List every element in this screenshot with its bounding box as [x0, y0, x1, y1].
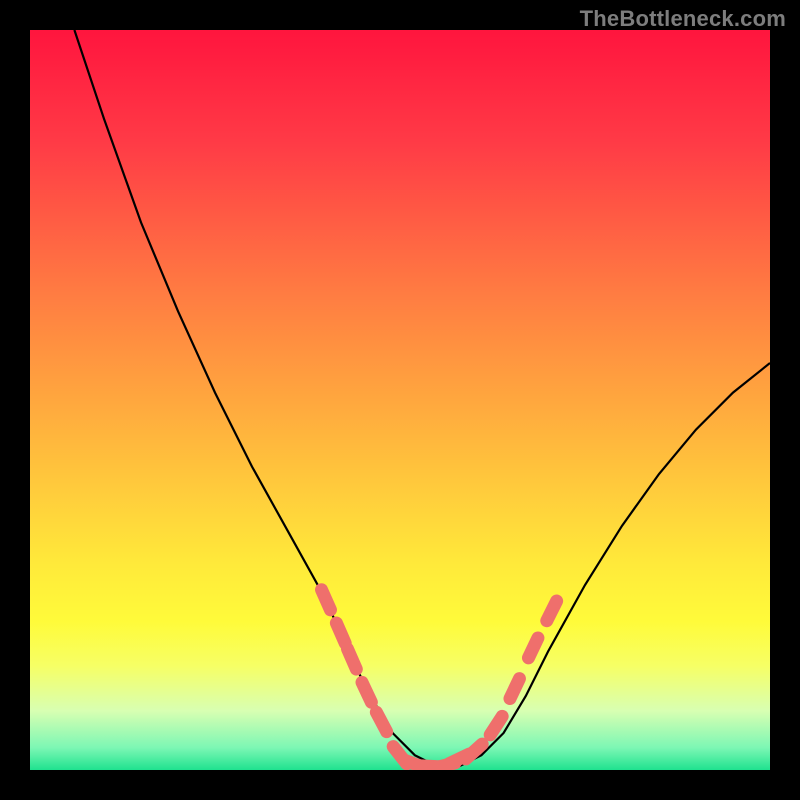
- chart-marker: [510, 679, 519, 699]
- bottleneck-chart: [30, 30, 770, 770]
- chart-marker: [322, 590, 331, 610]
- watermark-text: TheBottleneck.com: [580, 6, 786, 32]
- chart-frame: TheBottleneck.com: [0, 0, 800, 800]
- chart-marker: [347, 649, 356, 669]
- chart-marker: [547, 601, 557, 621]
- chart-marker: [528, 638, 537, 658]
- chart-marker: [336, 623, 345, 643]
- chart-marker: [376, 712, 386, 731]
- chart-background: [30, 30, 770, 770]
- chart-marker: [362, 682, 371, 702]
- chart-plot-area: [30, 30, 770, 770]
